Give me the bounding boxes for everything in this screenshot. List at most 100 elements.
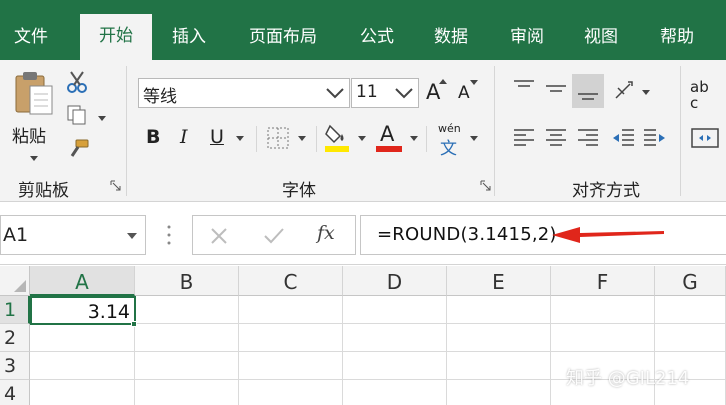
align-left-icon[interactable]: [512, 126, 536, 150]
name-box[interactable]: A1: [0, 215, 146, 255]
align-top-icon[interactable]: [512, 78, 536, 98]
cell[interactable]: [447, 352, 551, 380]
align-bottom-button[interactable]: [572, 74, 604, 108]
underline-dropdown-icon[interactable]: [236, 136, 244, 141]
insert-function-button[interactable]: fx: [317, 222, 335, 244]
cell[interactable]: [343, 324, 447, 352]
align-middle-icon[interactable]: [544, 78, 568, 98]
cell[interactable]: [135, 380, 239, 405]
align-bottom-icon: [578, 93, 598, 100]
column-header-c[interactable]: C: [239, 266, 343, 296]
cell[interactable]: [30, 352, 135, 380]
watermark: 知乎 @GIL214: [566, 368, 690, 389]
cell[interactable]: [447, 380, 551, 405]
underline-button[interactable]: U: [210, 126, 224, 148]
font-color-dropdown-icon[interactable]: [410, 136, 418, 141]
font-size-combo[interactable]: 11: [351, 78, 419, 108]
paste-icon: [15, 72, 53, 115]
font-launcher-icon[interactable]: [480, 180, 492, 192]
row-header-4[interactable]: 4: [0, 380, 30, 405]
tab-review[interactable]: 审阅: [496, 0, 558, 60]
cell[interactable]: [343, 296, 447, 324]
cell[interactable]: [30, 324, 135, 352]
cell[interactable]: [447, 296, 551, 324]
tab-insert[interactable]: 插入: [158, 0, 220, 60]
column-header-d[interactable]: D: [343, 266, 447, 296]
formula-bar-grip-icon[interactable]: [166, 223, 172, 247]
fill-color-icon[interactable]: [324, 122, 350, 154]
clipboard-group-label: 剪贴板: [18, 181, 69, 201]
orientation-dropdown-icon[interactable]: [642, 90, 650, 95]
cell[interactable]: [343, 380, 447, 405]
fill-color-dropdown-icon[interactable]: [358, 136, 366, 141]
tab-formulas[interactable]: 公式: [346, 0, 408, 60]
cell[interactable]: [239, 324, 343, 352]
clipboard-launcher-icon[interactable]: [110, 180, 122, 192]
cut-icon[interactable]: [66, 70, 88, 94]
wrap-text-button[interactable]: ab c: [688, 78, 726, 114]
merge-center-icon[interactable]: [690, 126, 720, 150]
cancel-entry-icon[interactable]: [209, 226, 229, 246]
cell[interactable]: [551, 324, 655, 352]
tab-data[interactable]: 数据: [420, 0, 482, 60]
paste-button[interactable]: 粘贴: [6, 68, 62, 170]
select-all-button[interactable]: [0, 266, 30, 296]
column-header-g[interactable]: G: [655, 266, 726, 296]
cell[interactable]: [239, 380, 343, 405]
font-name-combo[interactable]: 等线: [138, 78, 350, 108]
column-header-a[interactable]: A: [30, 266, 135, 296]
format-painter-icon[interactable]: [66, 138, 90, 160]
row-header-3[interactable]: 3: [0, 352, 30, 380]
separator: [256, 126, 257, 152]
cell-a1[interactable]: 3.14: [30, 296, 136, 325]
copy-dropdown-icon[interactable]: [98, 116, 106, 121]
name-box-dropdown-icon[interactable]: [127, 232, 137, 240]
tab-page-layout[interactable]: 页面布局: [236, 0, 330, 60]
cell[interactable]: [30, 380, 135, 405]
tab-help[interactable]: 帮助: [646, 0, 708, 60]
grow-font-button[interactable]: A: [424, 78, 448, 108]
formula-input[interactable]: =ROUND(3.1415,2): [360, 215, 726, 255]
borders-dropdown-icon[interactable]: [298, 136, 306, 141]
cell[interactable]: [135, 296, 239, 324]
italic-button[interactable]: I: [180, 126, 188, 148]
cell[interactable]: [135, 324, 239, 352]
tab-file[interactable]: 文件: [0, 0, 62, 60]
bold-button[interactable]: B: [146, 126, 160, 148]
row-header-1[interactable]: 1: [0, 296, 30, 324]
cell[interactable]: [239, 352, 343, 380]
row-header-2[interactable]: 2: [0, 324, 30, 352]
ribbon-home: 粘贴 剪贴板 等线 11 A A B I U A wén 文 字体 对齐方式 a…: [0, 60, 726, 202]
cell[interactable]: [655, 296, 726, 324]
cell[interactable]: [239, 296, 343, 324]
tab-view[interactable]: 视图: [570, 0, 632, 60]
font-color-button[interactable]: A: [376, 122, 402, 154]
column-header-f[interactable]: F: [551, 266, 655, 296]
shrink-font-button[interactable]: A: [456, 78, 480, 108]
copy-icon[interactable]: [66, 104, 88, 126]
align-center-icon[interactable]: [544, 126, 568, 150]
column-header-e[interactable]: E: [447, 266, 551, 296]
cell[interactable]: [447, 324, 551, 352]
paste-label: 粘贴: [12, 127, 46, 147]
font-group-label: 字体: [282, 181, 316, 201]
column-header-b[interactable]: B: [135, 266, 239, 296]
borders-icon[interactable]: [266, 126, 290, 150]
orientation-icon[interactable]: [612, 80, 636, 104]
ribbon-tab-bar: 文件 开始 插入 页面布局 公式 数据 审阅 视图 帮助: [0, 0, 726, 60]
confirm-entry-icon[interactable]: [263, 226, 285, 246]
align-right-icon[interactable]: [576, 126, 600, 150]
phonetic-dropdown-icon[interactable]: [470, 136, 478, 141]
alignment-group-label: 对齐方式: [572, 181, 640, 201]
cell[interactable]: [655, 324, 726, 352]
formula-bar: A1 fx =ROUND(3.1415,2): [0, 203, 726, 265]
phonetic-guide-button[interactable]: wén 文: [436, 122, 466, 159]
cell[interactable]: [343, 352, 447, 380]
tab-home[interactable]: 开始: [80, 14, 152, 60]
cell[interactable]: [551, 296, 655, 324]
fill-handle[interactable]: [131, 321, 137, 327]
cell[interactable]: [135, 352, 239, 380]
increase-indent-icon[interactable]: [642, 126, 668, 150]
wrap-text-bottom: c: [690, 94, 699, 112]
decrease-indent-icon[interactable]: [610, 126, 636, 150]
